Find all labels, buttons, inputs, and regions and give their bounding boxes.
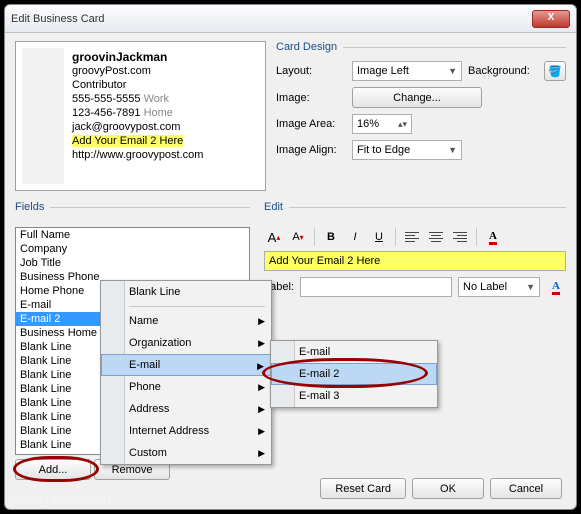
title-bar: Edit Business Card X: [5, 5, 576, 33]
watermark: groovyPost.com: [8, 490, 111, 508]
preview-jobtitle: Contributor: [72, 78, 257, 92]
menu-item[interactable]: Phone▶: [101, 376, 271, 398]
window-title: Edit Business Card: [11, 13, 532, 25]
cancel-button[interactable]: Cancel: [490, 478, 562, 499]
menu-item[interactable]: Address▶: [101, 398, 271, 420]
email-submenu[interactable]: E-mailE-mail 2E-mail 3: [270, 340, 438, 408]
font-shrink-icon[interactable]: A▾: [288, 227, 308, 247]
submenu-item[interactable]: E-mail 2: [271, 363, 437, 385]
edit-legend: Edit: [264, 201, 289, 213]
preview-email2: Add Your Email 2 Here: [72, 135, 183, 147]
italic-icon[interactable]: I: [345, 227, 365, 247]
label-font-color-icon[interactable]: A: [546, 277, 566, 297]
preview-company: groovyPost.com: [72, 64, 257, 78]
image-align-combo[interactable]: Fit to Edge▼: [352, 140, 462, 160]
field-item[interactable]: Job Title: [16, 256, 249, 270]
field-item[interactable]: Full Name: [16, 228, 249, 242]
menu-item[interactable]: Blank Line: [101, 281, 271, 303]
submenu-item[interactable]: E-mail: [271, 341, 437, 363]
font-grow-icon[interactable]: A▴: [264, 227, 284, 247]
menu-item[interactable]: Organization▶: [101, 332, 271, 354]
preview-name: groovinJackman: [72, 50, 257, 64]
add-button[interactable]: Add...: [15, 459, 91, 480]
menu-item[interactable]: Internet Address▶: [101, 420, 271, 442]
label-position-combo[interactable]: No Label▼: [458, 277, 540, 297]
change-image-button[interactable]: Change...: [352, 87, 482, 108]
menu-item[interactable]: Custom▶: [101, 442, 271, 464]
layout-combo[interactable]: Image Left▼: [352, 61, 462, 81]
menu-item[interactable]: Name▶: [101, 310, 271, 332]
field-item[interactable]: Company: [16, 242, 249, 256]
background-color-button[interactable]: 🪣: [544, 61, 566, 81]
fields-legend: Fields: [15, 201, 50, 213]
format-toolbar: A▴ A▾ B I U A: [264, 227, 566, 247]
label-input[interactable]: [300, 277, 452, 297]
align-center-icon[interactable]: [426, 227, 446, 247]
underline-icon[interactable]: U: [369, 227, 389, 247]
menu-item[interactable]: E-mail▶: [101, 354, 271, 376]
align-right-icon[interactable]: [450, 227, 470, 247]
close-button[interactable]: X: [532, 10, 570, 28]
add-context-menu[interactable]: Blank Line Name▶Organization▶E-mail▶Phone…: [100, 280, 272, 465]
image-area-spinner[interactable]: 16%▴▾: [352, 114, 412, 134]
align-left-icon[interactable]: [402, 227, 422, 247]
card-preview: groovinJackman groovyPost.com Contributo…: [15, 41, 266, 191]
font-color-icon[interactable]: A: [483, 227, 503, 247]
submenu-item[interactable]: E-mail 3: [271, 385, 437, 407]
design-legend: Card Design: [276, 41, 343, 53]
reset-card-button[interactable]: Reset Card: [320, 478, 406, 499]
ok-button[interactable]: OK: [412, 478, 484, 499]
bold-icon[interactable]: B: [321, 227, 341, 247]
edit-value-input[interactable]: [264, 251, 566, 271]
